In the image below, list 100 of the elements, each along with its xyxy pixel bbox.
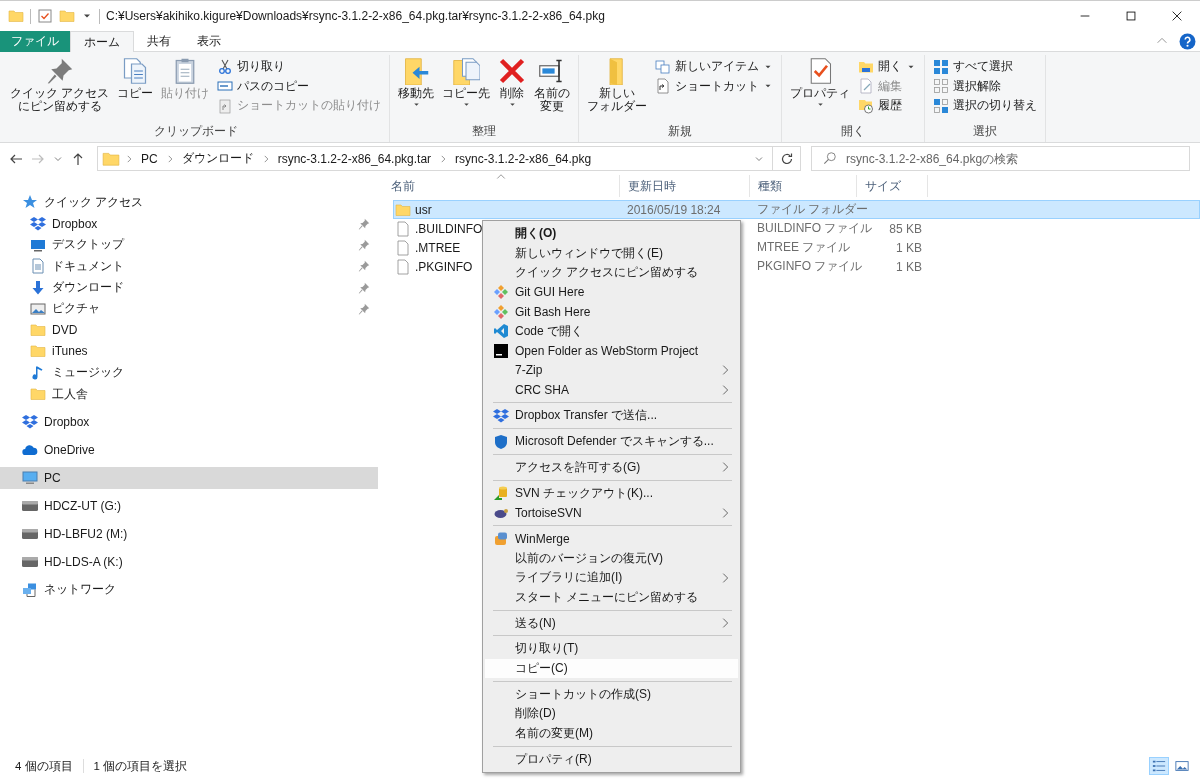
folder-icon [30,322,46,339]
group-label: 新規 [667,124,694,139]
menu-item[interactable]: 名前の変更(M) [485,723,738,743]
nav-item[interactable]: ドキュメント [0,255,378,277]
maximize-icon [1124,9,1138,23]
properties-button[interactable] [37,8,53,24]
menu-item[interactable]: WinMerge [485,528,738,549]
menu-item[interactable]: Git Bash Here [485,302,738,322]
breadcrumb[interactable]: rsync-3.1.2-2-x86_64.pkg [452,151,595,166]
ribbon-button[interactable]: 削除 [495,55,530,122]
file-name[interactable]: .BUILDINFO [415,221,483,236]
ribbon-button[interactable]: 新しいアイテム [652,57,777,77]
address-bar[interactable]: PC ダウンロード rsync-3.1.2-2-x86_64.pkg.tar rsync-3.1.2-2-x86_64.pkg [97,146,773,171]
window-title: C:¥Users¥akihiko.kigure¥Downloads¥rsync-3.1.2-2-x86_64.pkg.tar¥rsync-3.1.2-2-x86_64.pkg [106,9,605,23]
ribbon-tab[interactable]: ファイル [0,31,70,52]
ribbon-button[interactable]: 名前の 変更 [531,55,574,122]
group-label: クリップボード [152,124,239,139]
nav-item[interactable]: Dropbox [0,410,378,433]
menu-item[interactable]: CRC SHA [485,380,738,400]
document-icon [30,258,46,275]
menu-item[interactable]: アクセスを許可する(G) [485,457,738,478]
nav-item[interactable]: クイック アクセス [0,191,378,213]
column-header[interactable]: 種類 [750,175,857,197]
breadcrumb[interactable]: ダウンロード [178,150,257,167]
ribbon-button[interactable]: すべて選択 [930,57,1041,77]
ribbon-button[interactable]: プロパティ [787,55,854,122]
ribbon-button[interactable]: 選択の切り替え [930,96,1041,116]
nav-item[interactable]: ネットワーク [0,578,378,601]
refresh-button[interactable] [773,146,801,171]
nav-item[interactable]: ダウンロード [0,276,378,299]
nav-item[interactable]: ピクチャ [0,298,378,320]
ribbon-button[interactable]: ショートカット [652,76,777,96]
menu-item[interactable]: 開く(O) [485,224,738,244]
nav-item[interactable]: ミュージック [0,362,378,384]
menu-item[interactable]: 送る(N) [485,613,738,633]
ribbon-button[interactable]: 履歴 [855,96,920,116]
repository-icon [493,485,509,502]
ribbon-button[interactable]: 選択解除 [930,76,1041,96]
ribbon-tab[interactable]: 共有 [134,31,184,52]
nav-item[interactable]: 工人舎 [0,383,378,405]
file-name[interactable]: .PKGINFO [415,259,473,274]
nav-item[interactable]: PC [0,466,378,489]
nav-item[interactable]: デスクトップ [0,234,378,256]
invert-selection-icon [933,97,950,114]
group-label: 整理 [471,124,498,139]
ribbon-tab[interactable]: 表示 [184,31,234,52]
menu-item[interactable]: スタート メニューにピン留めする [485,587,738,607]
menu-item[interactable]: 以前のバージョンの復元(V) [485,548,738,568]
search-field[interactable]: rsync-3.1.2-2-x86_64.pkgの検索 [811,146,1190,171]
menu-item[interactable]: 新しいウィンドウで開く(E) [485,243,738,263]
file-type: MTREE ファイル [757,240,851,254]
ribbon-button[interactable]: コピー [114,55,157,122]
menu-item[interactable]: プロパティ(R) [485,749,738,769]
menu-item[interactable]: ライブラリに追加(I) [485,567,738,588]
nav-item[interactable]: OneDrive [0,438,378,461]
ribbon-button[interactable]: 移動先 [395,55,438,122]
menu-item[interactable]: Microsoft Defender でスキャンする... [485,431,738,452]
menu-item[interactable]: コピー(C) [485,658,738,679]
breadcrumb[interactable]: rsync-3.1.2-2-x86_64.pkg.tar [274,151,435,166]
nav-item[interactable]: HD-LDS-A (K:) [0,550,378,573]
pushpin-icon [45,57,74,85]
nav-item[interactable]: Dropbox [0,213,378,235]
scissors-icon [217,58,234,75]
column-header[interactable]: 名前 [383,175,620,197]
ribbon-button[interactable]: 切り取り [214,57,385,77]
menu-item[interactable]: Code で開く [485,321,738,341]
menu-item[interactable]: Git GUI Here [485,282,738,302]
column-header[interactable]: サイズ [857,175,928,197]
modified-date: 2016/05/19 18:24 [627,202,721,217]
menu-item[interactable]: クイック アクセスにピン留めする [485,263,738,283]
menu-item[interactable]: 7-Zip [485,360,738,380]
menu-item[interactable]: Dropbox Transfer で送信... [485,405,738,426]
file-row[interactable]: usr 2016/05/19 18:24 ファイル フォルダー [393,200,1200,219]
menu-item[interactable]: 削除(D) [485,704,738,724]
menu-item[interactable]: TortoiseSVN [485,503,738,523]
file-name[interactable]: .MTREE [415,240,461,255]
menu-item[interactable]: ショートカットの作成(S) [485,684,738,704]
menu-item[interactable]: SVN チェックアウト(K)... [485,483,738,503]
ribbon-tab[interactable]: ホーム [70,31,134,52]
search-icon [823,151,837,165]
file-type: BUILDINFO ファイル [757,221,873,235]
merge-icon [493,530,509,547]
breadcrumb[interactable]: PC [138,151,161,166]
nav-item[interactable]: HD-LBFU2 (M:) [0,522,378,545]
ribbon-button[interactable]: コピー先 [439,55,494,122]
new-item-icon [655,58,672,75]
view-button[interactable] [1149,757,1169,775]
nav-item[interactable]: iTunes [0,340,378,363]
ribbon-button[interactable]: 開く [855,57,920,77]
column-header[interactable]: 更新日時 [620,175,750,197]
caret-icon [411,100,421,109]
menu-item[interactable]: 切り取り(T) [485,639,738,659]
details-view-icon [1152,759,1166,773]
nav-item[interactable]: DVD [0,319,378,341]
ribbon-button[interactable]: 新しい フォルダー [584,55,651,122]
ribbon-button[interactable]: クイック アクセス にピン留めする [7,55,113,122]
ribbon-button[interactable]: パスのコピー [214,76,385,96]
menu-item[interactable]: Open Folder as WebStorm Project [485,341,738,361]
file-name[interactable]: usr [415,202,432,217]
nav-item[interactable]: HDCZ-UT (G:) [0,494,378,517]
